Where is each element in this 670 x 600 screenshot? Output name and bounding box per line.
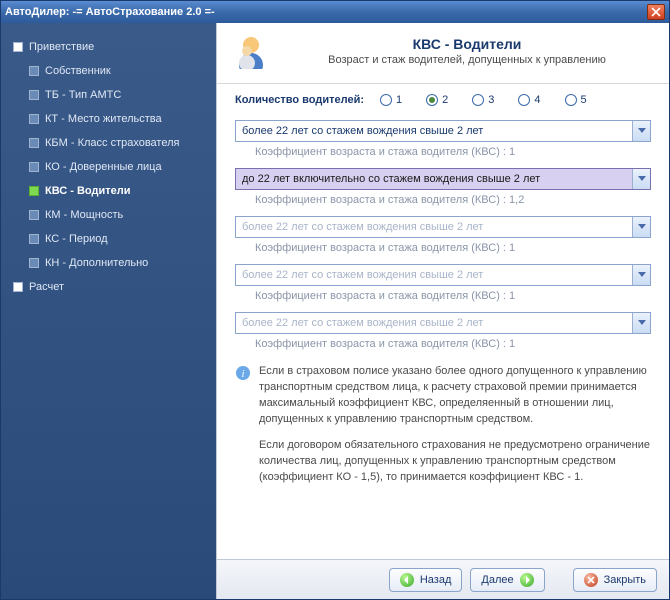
info-text: Если в страховом полисе указано более од… [259,364,651,496]
back-button-label: Назад [420,574,452,586]
sidebar-item-kbm[interactable]: КБМ - Класс страхователя [9,131,208,155]
sidebar: Приветствие Собственник ТБ - Тип АМТС КТ… [1,23,216,599]
sidebar-item-kn[interactable]: КН - Дополнительно [9,251,208,275]
sidebar-item-kvs[interactable]: КВС - Водители [9,179,208,203]
radio-dot-icon [518,94,530,106]
sidebar-item-km[interactable]: КМ - Мощность [9,203,208,227]
info-icon: i [235,365,251,381]
sidebar-item-kt[interactable]: КТ - Место жительства [9,107,208,131]
driver-count-row: Количество водителей: 1 2 3 4 5 [235,94,651,106]
radio-label: 4 [534,94,540,106]
sidebar-item-owner[interactable]: Собственник [9,59,208,83]
svg-text:i: i [241,368,244,380]
radio-option-3[interactable]: 3 [472,94,494,106]
driver-combo-1[interactable]: более 22 лет со стажем вождения свыше 2 … [235,120,651,142]
driver-block-4: более 22 лет со стажем вождения свыше 2 … [235,264,651,302]
close-icon [584,573,598,587]
drivers-icon [233,33,269,69]
driver-block-3: более 22 лет со стажем вождения свыше 2 … [235,216,651,254]
driver-combo-5: более 22 лет со стажем вождения свыше 2 … [235,312,651,334]
sidebar-item-label: КМ - Мощность [45,209,123,221]
radio-dot-icon [472,94,484,106]
sidebar-item-tb[interactable]: ТБ - Тип АМТС [9,83,208,107]
window-close-button[interactable] [647,4,665,20]
driver-combo-value: до 22 лет включительно со стажем вождени… [242,173,632,185]
back-button[interactable]: Назад [389,568,463,592]
sidebar-item-label: КН - Дополнительно [45,257,148,269]
footer: Назад Далее Закрыть [217,559,669,599]
sidebar-item-label: КТ - Место жительства [45,113,162,125]
driver-combo-2[interactable]: до 22 лет включительно со стажем вождени… [235,168,651,190]
sidebar-item-label: КБМ - Класс страхователя [45,137,179,149]
sidebar-item-label: ТБ - Тип АМТС [45,89,121,101]
driver-combo-value: более 22 лет со стажем вождения свыше 2 … [242,125,632,137]
main-panel: КВС - Водители Возраст и стаж водителей,… [216,23,669,599]
driver-block-5: более 22 лет со стажем вождения свыше 2 … [235,312,651,350]
radio-option-5[interactable]: 5 [565,94,587,106]
radio-label: 2 [442,94,448,106]
driver-combo-value: более 22 лет со стажем вождения свыше 2 … [242,269,632,281]
radio-option-2[interactable]: 2 [426,94,448,106]
window-title: АвтоДилер: -= АвтоСтрахование 2.0 =- [5,6,647,18]
radio-option-1[interactable]: 1 [380,94,402,106]
page-title: КВС - Водители [281,36,653,52]
sidebar-item-label: КО - Доверенные лица [45,161,162,173]
content: Приветствие Собственник ТБ - Тип АМТС КТ… [1,23,669,599]
driver-block-2: до 22 лет включительно со стажем вождени… [235,168,651,206]
driver-coef-line-1: Коэффициент возраста и стажа водителя (К… [235,142,651,158]
driver-count-radio-group: 1 2 3 4 5 [380,94,587,106]
page-subtitle: Возраст и стаж водителей, допущенных к у… [281,54,653,66]
info-para-1: Если в страховом полисе указано более од… [259,364,651,428]
driver-coef-line-3: Коэффициент возраста и стажа водителя (К… [235,238,651,254]
next-button-label: Далее [481,574,513,586]
driver-combo-3: более 22 лет со стажем вождения свыше 2 … [235,216,651,238]
sidebar-item-ko[interactable]: КО - Доверенные лица [9,155,208,179]
chevron-down-icon [632,121,650,141]
driver-block-1: более 22 лет со стажем вождения свыше 2 … [235,120,651,158]
arrow-left-icon [400,573,414,587]
chevron-down-icon [632,169,650,189]
chevron-down-icon [632,313,650,333]
driver-combo-value: более 22 лет со стажем вождения свыше 2 … [242,317,632,329]
sidebar-item-calc[interactable]: Расчет [9,275,208,299]
driver-coef-line-4: Коэффициент возраста и стажа водителя (К… [235,286,651,302]
driver-coef-line-2: Коэффициент возраста и стажа водителя (К… [235,190,651,206]
window: АвтоДилер: -= АвтоСтрахование 2.0 =- При… [0,0,670,600]
sidebar-item-label: Расчет [29,281,64,293]
sidebar-item-ks[interactable]: КС - Период [9,227,208,251]
drivers-list: более 22 лет со стажем вождения свыше 2 … [235,120,651,350]
next-button[interactable]: Далее [470,568,544,592]
sidebar-item-label: КС - Период [45,233,108,245]
chevron-down-icon [632,265,650,285]
close-button-label: Закрыть [604,574,646,586]
sidebar-item-label: Приветствие [29,41,94,53]
close-button[interactable]: Закрыть [573,568,657,592]
radio-label: 1 [396,94,402,106]
radio-dot-icon [426,94,438,106]
radio-dot-icon [565,94,577,106]
sidebar-item-welcome[interactable]: Приветствие [9,35,208,59]
chevron-down-icon [632,217,650,237]
radio-label: 5 [581,94,587,106]
driver-coef-line-5: Коэффициент возраста и стажа водителя (К… [235,334,651,350]
titlebar: АвтоДилер: -= АвтоСтрахование 2.0 =- [1,1,669,23]
main-header: КВС - Водители Возраст и стаж водителей,… [217,23,669,84]
driver-count-label: Количество водителей: [235,94,364,106]
driver-combo-value: более 22 лет со стажем вождения свыше 2 … [242,221,632,233]
sidebar-item-label: Собственник [45,65,111,77]
driver-combo-4: более 22 лет со стажем вождения свыше 2 … [235,264,651,286]
radio-dot-icon [380,94,392,106]
arrow-right-icon [520,573,534,587]
radio-option-4[interactable]: 4 [518,94,540,106]
info-para-2: Если договором обязательного страхования… [259,438,651,486]
radio-label: 3 [488,94,494,106]
sidebar-item-label: КВС - Водители [45,185,130,197]
info-block: i Если в страховом полисе указано более … [235,364,651,496]
main-body: Количество водителей: 1 2 3 4 5 более 22 лет… [217,84,669,559]
